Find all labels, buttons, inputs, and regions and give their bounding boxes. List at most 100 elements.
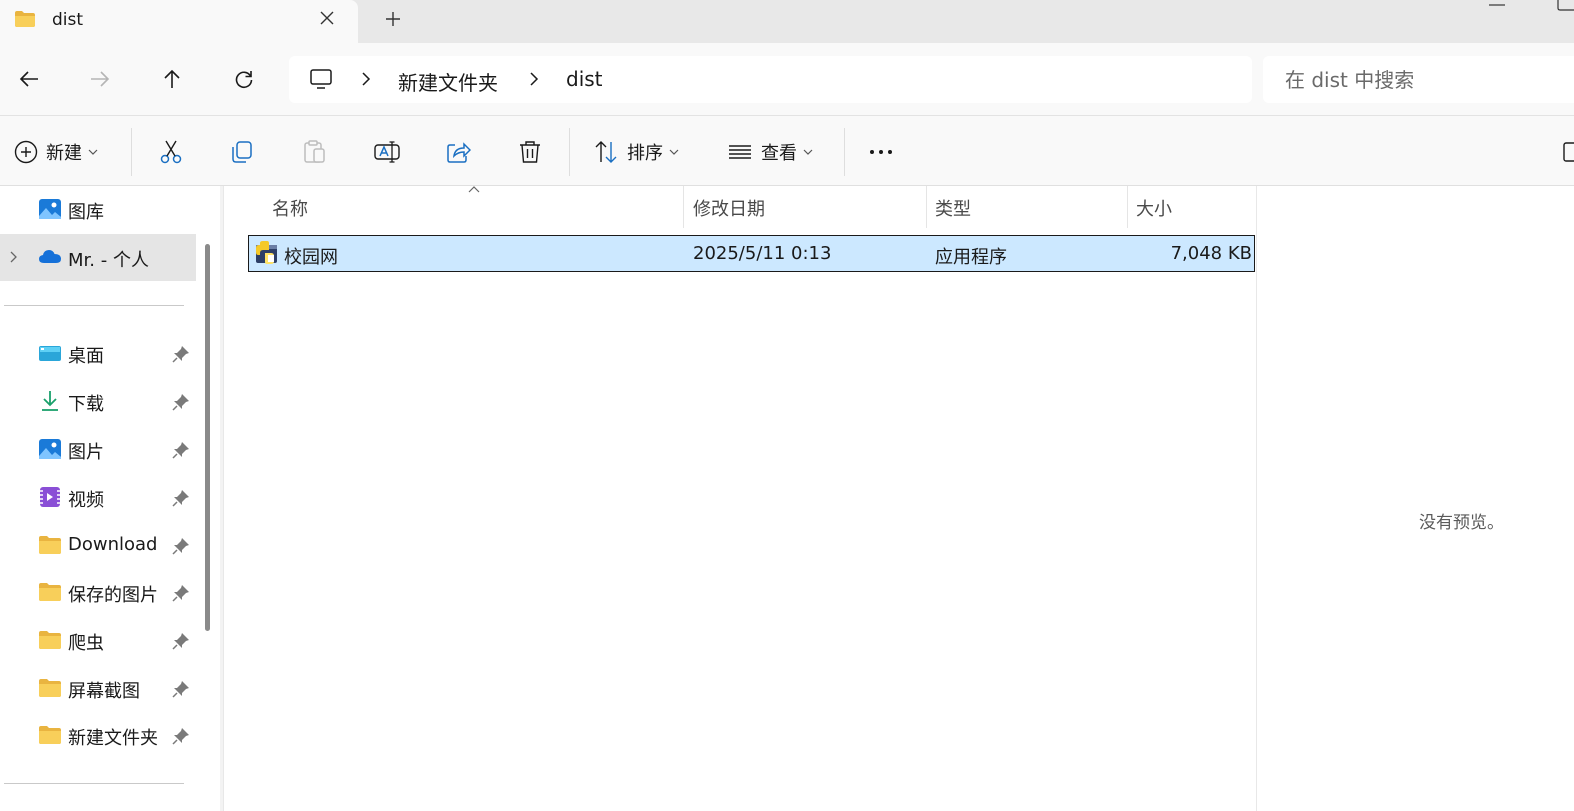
sidebar-item-label: 新建文件夹 (68, 728, 158, 749)
pin-icon[interactable] (172, 537, 190, 555)
copy-button[interactable] (229, 136, 255, 168)
more-options-button[interactable] (868, 136, 894, 168)
sidebar-item-new-folder[interactable]: 新建文件夹 (0, 712, 196, 759)
breadcrumb-new-folder[interactable]: 新建文件夹 (398, 67, 498, 96)
file-type: 应用程序 (935, 247, 1007, 268)
sidebar-item-desktop[interactable]: 桌面 (0, 330, 196, 377)
rename-button[interactable] (373, 136, 401, 168)
rename-icon (374, 141, 400, 163)
pin-icon[interactable] (172, 680, 190, 698)
plus-icon (386, 12, 400, 26)
column-label: 修改日期 (693, 199, 765, 220)
paste-button[interactable] (301, 136, 327, 168)
sidebar-scrollbar[interactable] (205, 244, 210, 631)
python-exe-icon (256, 241, 277, 264)
arrow-up-icon (164, 69, 180, 88)
chevron-right-icon[interactable] (8, 250, 20, 264)
refresh-button[interactable] (228, 63, 260, 95)
arrow-right-icon (91, 71, 110, 87)
share-icon (447, 142, 471, 163)
folder-icon (39, 726, 61, 744)
sidebar-item-label: 桌面 (68, 346, 104, 367)
sidebar-item-label: 视频 (68, 490, 104, 511)
pin-icon[interactable] (172, 727, 190, 745)
trash-icon (520, 141, 540, 163)
breadcrumb-dist[interactable]: dist (566, 67, 603, 91)
chevron-down-icon (88, 149, 98, 155)
sidebar-item-download-folder[interactable]: Download (0, 522, 196, 569)
sidebar-item-crawler[interactable]: 爬虫 (0, 617, 196, 664)
more-icon (870, 150, 892, 154)
sidebar-item-label: 图片 (68, 442, 104, 463)
file-row[interactable]: 校园网 2025/5/11 0:13 应用程序 7,048 KB (248, 235, 1255, 272)
pin-icon[interactable] (172, 584, 190, 602)
view-button[interactable]: 查看 (727, 136, 813, 168)
onedrive-cloud-icon (39, 250, 61, 263)
folder-icon (15, 11, 35, 27)
toolbar-divider (844, 128, 845, 176)
up-button[interactable] (156, 63, 188, 95)
tab-dist[interactable]: dist (0, 0, 358, 43)
sidebar-item-saved-pictures[interactable]: 保存的图片 (0, 569, 196, 616)
sidebar-item-pictures[interactable]: 图片 (0, 426, 196, 473)
gallery-icon (39, 199, 61, 219)
sidebar-item-gallery[interactable]: 图库 (0, 186, 196, 233)
sort-button[interactable]: 排序 (593, 136, 679, 168)
new-tab-button[interactable] (380, 5, 406, 33)
sidebar-divider (4, 305, 184, 306)
refresh-icon (235, 71, 253, 89)
delete-button[interactable] (517, 136, 543, 168)
pin-icon[interactable] (172, 393, 190, 411)
file-list: 名称 修改日期 类型 大小 校园网 2025/5/11 0:13 应用程序 7,… (225, 186, 1255, 811)
pane-splitter[interactable] (220, 186, 224, 811)
share-button[interactable] (445, 136, 471, 168)
column-header-name[interactable]: 名称 (225, 186, 683, 228)
sidebar-item-onedrive[interactable]: Mr. - 个人 (0, 234, 196, 281)
column-label: 大小 (1136, 199, 1172, 220)
column-header-date[interactable]: 修改日期 (684, 186, 926, 228)
maximize-button[interactable] (1552, 0, 1574, 12)
preview-pane: 没有预览。 (1256, 186, 1574, 811)
chevron-right-icon (530, 72, 539, 86)
cut-button[interactable] (158, 136, 184, 168)
file-size: 7,048 KB (1170, 243, 1252, 264)
folder-icon (39, 583, 61, 601)
address-bar[interactable]: 新建文件夹 dist (289, 56, 1252, 103)
details-pane-icon[interactable] (1562, 142, 1574, 162)
toolbar-divider (569, 128, 570, 176)
sidebar-item-screenshots[interactable]: 屏幕截图 (0, 665, 196, 712)
column-header-size[interactable]: 大小 (1128, 186, 1255, 228)
pin-icon[interactable] (172, 632, 190, 650)
column-header-type[interactable]: 类型 (927, 186, 1127, 228)
search-input[interactable] (1285, 67, 1565, 93)
sidebar-divider (4, 783, 184, 784)
back-button[interactable] (13, 63, 45, 95)
pin-icon[interactable] (172, 345, 190, 363)
sidebar-item-label: 图库 (68, 202, 104, 223)
new-button[interactable]: 新建 (14, 136, 98, 168)
file-date: 2025/5/11 0:13 (693, 243, 832, 264)
sidebar-item-videos[interactable]: 视频 (0, 474, 196, 521)
column-label: 类型 (935, 199, 971, 220)
folder-icon (39, 679, 61, 697)
close-tab-button[interactable] (314, 5, 340, 31)
close-icon (320, 11, 334, 25)
search-box[interactable] (1263, 56, 1574, 103)
forward-button[interactable] (84, 63, 116, 95)
sidebar-item-label: 保存的图片 (68, 585, 158, 606)
list-view-icon (729, 145, 751, 159)
arrow-left-icon (19, 71, 38, 87)
sidebar-item-label: 下载 (68, 394, 104, 415)
no-preview-text: 没有预览。 (1419, 513, 1504, 533)
sidebar-item-label: Mr. - 个人 (68, 250, 149, 271)
chevron-down-icon (803, 149, 813, 155)
pin-icon[interactable] (172, 441, 190, 459)
navigation-pane: 图库 Mr. - 个人 桌面 下载 图片 视频 Download 保存的图片 爬… (0, 186, 220, 811)
column-label: 名称 (272, 199, 308, 220)
copy-icon (232, 141, 252, 163)
sidebar-item-label: Download (68, 534, 158, 555)
pin-icon[interactable] (172, 489, 190, 507)
minimize-button[interactable] (1488, 0, 1506, 12)
sidebar-item-label: 爬虫 (68, 633, 104, 654)
sidebar-item-downloads[interactable]: 下载 (0, 378, 196, 425)
